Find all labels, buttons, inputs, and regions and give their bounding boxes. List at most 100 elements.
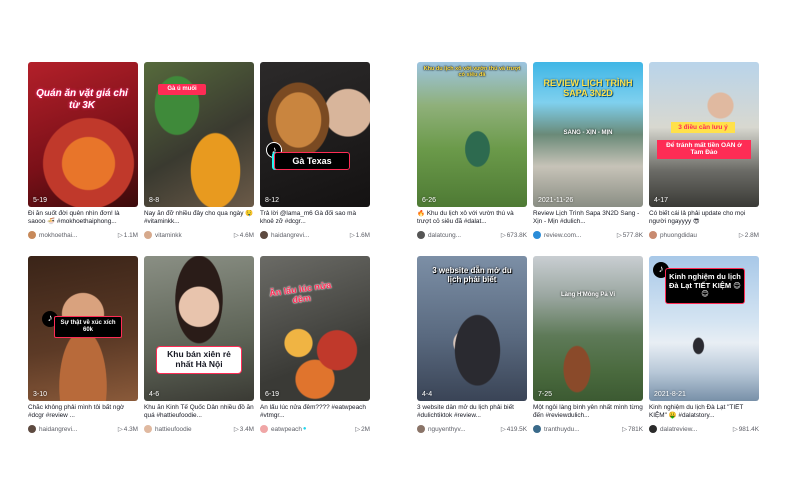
- video-caption[interactable]: Review Lịch Trình Sapa 3N2D Sang - Xịn -…: [533, 210, 643, 227]
- play-icon: ▷: [355, 426, 361, 433]
- video-caption[interactable]: Khu ăn Kinh Tế Quốc Dân nhiều đồ ăn quá …: [144, 404, 254, 421]
- video-card[interactable]: Khu du lịch xô với vườn thú và trượt cỏ …: [417, 62, 527, 246]
- video-thumbnail[interactable]: Làng H'Mông Pả Vi 7-25: [533, 256, 643, 401]
- avatar[interactable]: [144, 231, 152, 239]
- video-thumbnail[interactable]: REVIEW LỊCH TRÌNH SAPA 3N2D SANG - XỊN -…: [533, 62, 643, 207]
- avatar[interactable]: [417, 425, 425, 433]
- thumbnail-title: Sự thật về xúc xích 60k: [54, 316, 122, 338]
- video-caption[interactable]: Nay ăn đỡ nhiều đây cho qua ngày 🤤 #vita…: [144, 210, 254, 227]
- thumbnail-title: REVIEW LỊCH TRÌNH SAPA 3N2D: [543, 78, 633, 99]
- video-meta: review.com... ▷ 577.8K: [533, 230, 643, 240]
- play-count: 3.4M: [239, 425, 254, 433]
- post-date: 2021-8-21: [654, 391, 686, 398]
- thumbnail-title: Làng H'Mông Pả Vi: [561, 292, 615, 298]
- video-card[interactable]: 3 điều cần lưu ý Để tránh mất tiền OAN ở…: [649, 62, 759, 246]
- video-caption[interactable]: 3 website dẫn mở du lịch phải biết #duli…: [417, 404, 527, 421]
- video-thumbnail[interactable]: 3 điều cần lưu ý Để tránh mất tiền OAN ở…: [649, 62, 759, 207]
- play-count: 981.4K: [738, 425, 759, 433]
- video-caption[interactable]: Chắc không phải mình tôi bất ngờ #dcgr #…: [28, 404, 138, 421]
- video-card[interactable]: ♪ Gà Texas 8-12 Trả lời @lama_m6 Gà đối …: [260, 62, 370, 246]
- post-date: 2021-11-26: [538, 197, 574, 204]
- avatar[interactable]: [260, 231, 268, 239]
- avatar[interactable]: [28, 231, 36, 239]
- username[interactable]: nguyenthyv...: [428, 426, 501, 433]
- post-date: 3-10: [33, 391, 48, 398]
- username[interactable]: haidangrevi...: [39, 426, 118, 433]
- verified-badge-icon: ●: [302, 426, 307, 432]
- post-date: 6-19: [265, 391, 280, 398]
- video-caption[interactable]: 🔥 Khu du lịch xô với vườn thú và trượt c…: [417, 210, 527, 227]
- play-icon: ▷: [117, 426, 123, 433]
- video-thumbnail[interactable]: ♪ Kinh nghiệm du lịch Đà Lạt TIẾT KIỆM 😊…: [649, 256, 759, 401]
- video-card[interactable]: ♪ Sự thật về xúc xích 60k 3-10 Chắc khôn…: [28, 256, 138, 440]
- video-caption[interactable]: Đi ăn suốt đời quên nhìn đơn! là saooo 🍜…: [28, 210, 138, 227]
- video-grid-left: Quán ăn vặt giá chỉ từ 3K 5-19 Đi ăn suố…: [28, 62, 370, 440]
- avatar[interactable]: [417, 231, 425, 239]
- thumbnail-title: Quán ăn vặt giá chỉ từ 3K: [36, 88, 128, 111]
- video-card[interactable]: Ăn lẩu lúc nửa đêm 6-19 Ăn lẩu lúc nửa đ…: [260, 256, 370, 440]
- video-card[interactable]: Làng H'Mông Pả Vi 7-25 Một ngôi làng bìn…: [533, 256, 643, 440]
- play-count: 2.8M: [744, 231, 759, 239]
- video-meta: haidangrevi... ▷ 4.3M: [28, 424, 138, 434]
- video-card[interactable]: REVIEW LỊCH TRÌNH SAPA 3N2D SANG - XỊN -…: [533, 62, 643, 246]
- avatar[interactable]: [144, 425, 152, 433]
- video-thumbnail[interactable]: Gà ú muối 8-8: [144, 62, 254, 207]
- video-caption[interactable]: Ăn lẩu lúc nửa đêm???? #eatwpeach #vtmgr…: [260, 404, 370, 421]
- play-count: 781K: [628, 425, 643, 433]
- video-thumbnail[interactable]: Quán ăn vặt giá chỉ từ 3K 5-19: [28, 62, 138, 207]
- video-meta: haidangrevi... ▷ 1.6M: [260, 230, 370, 240]
- post-date: 8-8: [149, 197, 160, 204]
- video-meta: vitaminkk ▷ 4.6M: [144, 230, 254, 240]
- video-thumbnail[interactable]: Khu bán xiên rẻ nhất Hà Nội 4-6: [144, 256, 254, 401]
- avatar[interactable]: [260, 425, 268, 433]
- avatar[interactable]: [649, 231, 657, 239]
- play-icon: ▷: [738, 232, 744, 239]
- video-card[interactable]: Gà ú muối 8-8 Nay ăn đỡ nhiều đây cho qu…: [144, 62, 254, 246]
- username[interactable]: phuongdidau: [660, 232, 739, 239]
- thumbnail-title: Gà Texas: [274, 152, 350, 171]
- thumbnail-title: Gà ú muối: [158, 84, 206, 95]
- username[interactable]: tranthuydu...: [544, 426, 622, 433]
- play-count: 419.5K: [506, 425, 527, 433]
- avatar[interactable]: [28, 425, 36, 433]
- username[interactable]: vitaminkk: [155, 232, 234, 239]
- video-card[interactable]: Quán ăn vặt giá chỉ từ 3K 5-19 Đi ăn suố…: [28, 62, 138, 246]
- username[interactable]: dalatcung...: [428, 232, 501, 239]
- avatar[interactable]: [649, 425, 657, 433]
- video-thumbnail[interactable]: 3 website dẫn mở du lịch phải biết 4-4: [417, 256, 527, 401]
- video-caption[interactable]: Kinh nghiệm du lịch Đà Lạt "TIẾT KIỆM" 🤑…: [649, 404, 759, 421]
- post-date: 8-12: [265, 197, 280, 204]
- post-date: 7-25: [538, 391, 553, 398]
- thumbnail-subtitle: SANG - XỊN - MỊN: [563, 130, 613, 136]
- play-icon: ▷: [622, 426, 628, 433]
- video-meta: tranthuydu... ▷ 781K: [533, 424, 643, 434]
- avatar[interactable]: [533, 425, 541, 433]
- avatar[interactable]: [533, 231, 541, 239]
- username[interactable]: haidangrevi...: [271, 232, 350, 239]
- video-card[interactable]: Khu bán xiên rẻ nhất Hà Nội 4-6 Khu ăn K…: [144, 256, 254, 440]
- username[interactable]: dalatreview...: [660, 426, 733, 433]
- play-icon: ▷: [500, 232, 506, 239]
- post-date: 6-26: [422, 197, 437, 204]
- video-card[interactable]: 3 website dẫn mở du lịch phải biết 4-4 3…: [417, 256, 527, 440]
- play-count: 577.8K: [622, 231, 643, 239]
- video-thumbnail[interactable]: Ăn lẩu lúc nửa đêm 6-19: [260, 256, 370, 401]
- username[interactable]: review.com...: [544, 232, 617, 239]
- video-thumbnail[interactable]: Khu du lịch xô với vườn thú và trượt cỏ …: [417, 62, 527, 207]
- thumbnail-title: Kinh nghiệm du lịch Đà Lạt TIẾT KIỆM 😊😊: [665, 268, 745, 304]
- video-card[interactable]: ♪ Kinh nghiệm du lịch Đà Lạt TIẾT KIỆM 😊…: [649, 256, 759, 440]
- video-thumbnail[interactable]: ♪ Gà Texas 8-12: [260, 62, 370, 207]
- video-meta: eatwpeach ● ▷ 2M: [260, 424, 370, 434]
- video-thumbnail[interactable]: ♪ Sự thật về xúc xích 60k 3-10: [28, 256, 138, 401]
- play-count: 4.3M: [123, 425, 138, 433]
- video-meta: dalatreview... ▷ 981.4K: [649, 424, 759, 434]
- video-grid-right: Khu du lịch xô với vườn thú và trượt cỏ …: [417, 62, 759, 440]
- video-caption[interactable]: Một ngôi làng bình yên nhất mình từng đế…: [533, 404, 643, 421]
- username[interactable]: mokhoethai...: [39, 232, 118, 239]
- username[interactable]: hattieufoodie: [155, 426, 234, 433]
- video-caption[interactable]: Có biết cái lả phải update cho mọi người…: [649, 210, 759, 227]
- username[interactable]: eatwpeach: [271, 426, 302, 433]
- play-count: 1.6M: [355, 231, 370, 239]
- video-caption[interactable]: Trả lời @lama_m6 Gà đối sao mà khoẻ zỡ #…: [260, 210, 370, 227]
- post-date: 4-17: [654, 197, 669, 204]
